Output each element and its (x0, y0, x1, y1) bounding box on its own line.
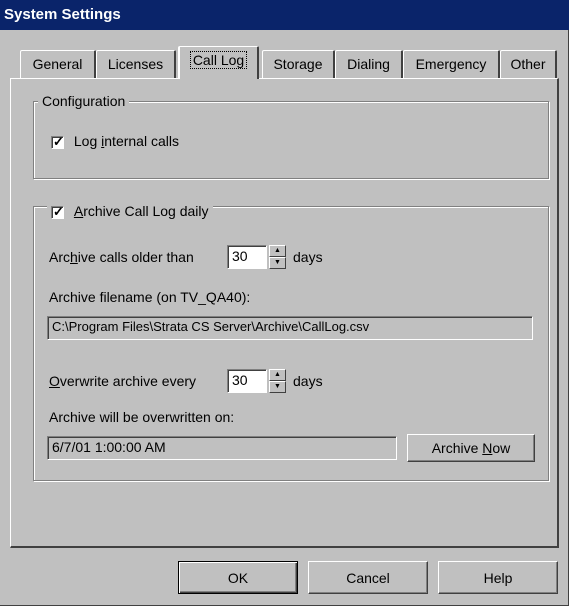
checkbox-box[interactable]: ✓ (51, 133, 64, 149)
archive-older-than-input[interactable]: 30 (227, 245, 267, 269)
cancel-button[interactable]: Cancel (308, 561, 428, 594)
tab-label: Licenses (107, 56, 164, 72)
help-button[interactable]: Help (438, 561, 558, 594)
overwrite-every-spinner[interactable]: ▲ ▼ (269, 369, 286, 393)
title-bar: System Settings (0, 0, 569, 30)
tab-other[interactable]: Other (500, 50, 557, 78)
log-internal-calls-label: Log internal calls (73, 133, 179, 149)
log-internal-calls-checkbox[interactable]: ✓ Log internal calls (51, 132, 179, 150)
overwritten-on-field: 6/7/01 1:00:00 AM (47, 436, 397, 460)
spin-down-icon[interactable]: ▼ (269, 257, 286, 269)
archive-filename-label: Archive filename (on TV_QA40): (49, 289, 251, 305)
tab-general[interactable]: General (20, 50, 96, 78)
overwrite-every-input[interactable]: 30 (227, 369, 267, 393)
tab-label: Storage (273, 56, 323, 72)
check-mark-icon: ✓ (53, 133, 64, 149)
checkbox-box[interactable]: ✓ (51, 203, 64, 219)
tab-label: Emergency (415, 56, 487, 72)
archive-now-label-a: Archive (431, 440, 483, 456)
tab-label: Other (510, 56, 546, 72)
archive-filename-field: C:\Program Files\Strata CS Server\Archiv… (47, 316, 533, 340)
spin-down-icon[interactable]: ▼ (269, 381, 286, 393)
archive-older-than-unit: days (293, 249, 323, 265)
check-mark-icon: ✓ (53, 203, 64, 219)
configuration-legend: Configuration (38, 92, 130, 110)
overwrite-every-label: Overwrite archive every (49, 373, 197, 389)
spin-up-icon[interactable]: ▲ (269, 369, 286, 381)
archive-now-label-b: N (482, 440, 493, 456)
call-log-panel: Configuration ✓ Log internal calls ✓ Arc… (10, 78, 559, 548)
archive-daily-label: Archive Call Log daily (73, 203, 209, 219)
tab-label: Dialing (347, 56, 390, 72)
tab-licenses[interactable]: Licenses (96, 50, 176, 78)
ok-button[interactable]: OK (178, 561, 298, 594)
archive-older-than-label: Archive calls older than (49, 249, 194, 265)
archive-now-button[interactable]: Archive Now (407, 434, 535, 462)
tab-storage[interactable]: Storage (262, 50, 335, 78)
tab-label: General (32, 56, 83, 72)
tab-call-log[interactable]: Call Log (178, 46, 259, 79)
overwritten-on-label: Archive will be overwritten on: (49, 409, 235, 425)
window-title: System Settings (4, 6, 121, 23)
spin-up-icon[interactable]: ▲ (269, 245, 286, 257)
tab-dialing[interactable]: Dialing (335, 50, 403, 78)
archive-now-label-c: ow (492, 440, 511, 456)
configuration-legend-text: Configuration (42, 93, 126, 109)
overwrite-every-unit: days (293, 373, 323, 389)
tab-label: Call Log (189, 51, 248, 69)
tab-emergency[interactable]: Emergency (403, 50, 500, 78)
archive-older-than-spinner[interactable]: ▲ ▼ (269, 245, 286, 269)
archive-daily-checkbox[interactable]: ✓ Archive Call Log daily (47, 202, 213, 220)
